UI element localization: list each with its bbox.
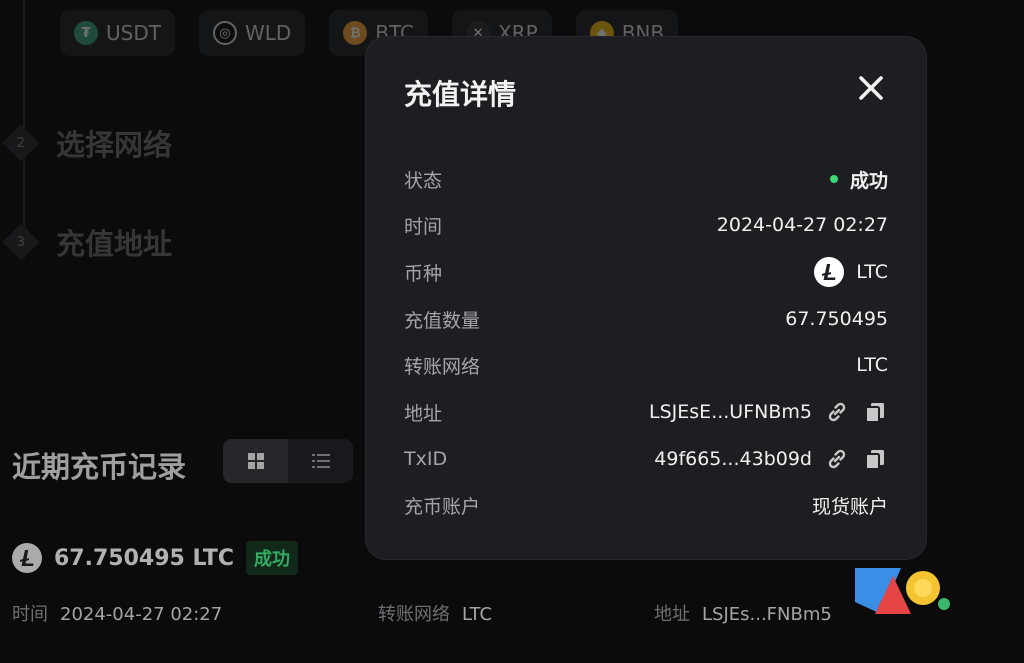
close-button[interactable] bbox=[856, 73, 886, 103]
copy-icon bbox=[865, 403, 884, 423]
status-text: 成功 bbox=[849, 169, 888, 192]
row-status: 状态 成功 bbox=[404, 164, 888, 194]
list-icon bbox=[311, 454, 330, 468]
copy-icon bbox=[865, 450, 884, 470]
coin-text: LTC bbox=[856, 261, 888, 283]
address-value: LSJEsE...UFNBm5 bbox=[649, 399, 888, 425]
modal-title: 充值详情 bbox=[404, 78, 517, 111]
record-network-label: 转账网络 bbox=[378, 604, 450, 625]
record-network-value: LTC bbox=[462, 604, 493, 625]
recent-records-title: 近期充币记录 bbox=[12, 450, 187, 484]
amount-label: 充值数量 bbox=[404, 309, 481, 332]
ltc-coin-icon bbox=[814, 257, 845, 287]
link-icon bbox=[828, 402, 846, 422]
close-icon bbox=[859, 76, 883, 100]
amount-value: 67.750495 bbox=[785, 308, 888, 330]
record-row[interactable]: 67.750495 LTC 成功 bbox=[12, 541, 299, 575]
watermark-logo bbox=[855, 568, 950, 614]
coin-label: 币种 bbox=[404, 262, 443, 285]
record-address-label: 地址 bbox=[654, 604, 690, 625]
row-account: 充币账户 现货账户 bbox=[404, 490, 888, 520]
record-network: 转账网络 LTC bbox=[378, 600, 492, 626]
row-coin: 币种 LTC bbox=[404, 257, 888, 287]
coin-value: LTC bbox=[814, 257, 888, 287]
view-toggle bbox=[223, 439, 353, 483]
deposit-details-modal: 充值详情 状态 成功 时间 2024-04-27 02:27 币种 LTC 充值… bbox=[366, 37, 926, 559]
address-text[interactable]: LSJEsE...UFNBm5 bbox=[649, 401, 812, 423]
network-label: 转账网络 bbox=[404, 355, 481, 378]
row-amount: 充值数量 67.750495 bbox=[404, 304, 888, 334]
account-label: 充币账户 bbox=[404, 495, 481, 518]
status-label: 状态 bbox=[404, 169, 443, 192]
record-address-value: LSJEs...FNBm5 bbox=[702, 604, 832, 625]
record-status-badge: 成功 bbox=[246, 541, 299, 575]
list-view-button[interactable] bbox=[288, 439, 353, 483]
time-value: 2024-04-27 02:27 bbox=[716, 214, 888, 236]
txid-label: TxID bbox=[404, 448, 448, 470]
network-value: LTC bbox=[856, 354, 888, 376]
row-txid: TxID 49f665...43b09d bbox=[404, 444, 888, 474]
status-value: 成功 bbox=[829, 166, 888, 193]
record-time-value: 2024-04-27 02:27 bbox=[60, 604, 223, 625]
record-amount: 67.750495 LTC bbox=[54, 545, 235, 571]
grid-view-button[interactable] bbox=[223, 439, 288, 483]
account-value: 现货账户 bbox=[811, 495, 888, 518]
row-address: 地址 LSJEsE...UFNBm5 bbox=[404, 397, 888, 427]
ltc-coin-icon bbox=[12, 543, 42, 573]
row-time: 时间 2024-04-27 02:27 bbox=[404, 210, 888, 240]
txid-value: 49f665...43b09d bbox=[654, 446, 888, 472]
txid-copy-button[interactable] bbox=[862, 446, 888, 472]
record-time: 时间 2024-04-27 02:27 bbox=[12, 600, 222, 626]
address-copy-button[interactable] bbox=[862, 399, 888, 425]
address-label: 地址 bbox=[404, 402, 443, 425]
success-dot-icon bbox=[829, 175, 838, 183]
record-address: 地址 LSJEs...FNBm5 bbox=[654, 600, 832, 626]
grid-icon bbox=[247, 453, 264, 469]
txid-link-button[interactable] bbox=[824, 446, 850, 472]
time-label: 时间 bbox=[404, 215, 443, 238]
address-link-button[interactable] bbox=[824, 399, 850, 425]
row-network: 转账网络 LTC bbox=[404, 350, 888, 380]
link-icon bbox=[828, 449, 846, 469]
record-time-label: 时间 bbox=[12, 604, 48, 625]
txid-text[interactable]: 49f665...43b09d bbox=[654, 448, 812, 470]
